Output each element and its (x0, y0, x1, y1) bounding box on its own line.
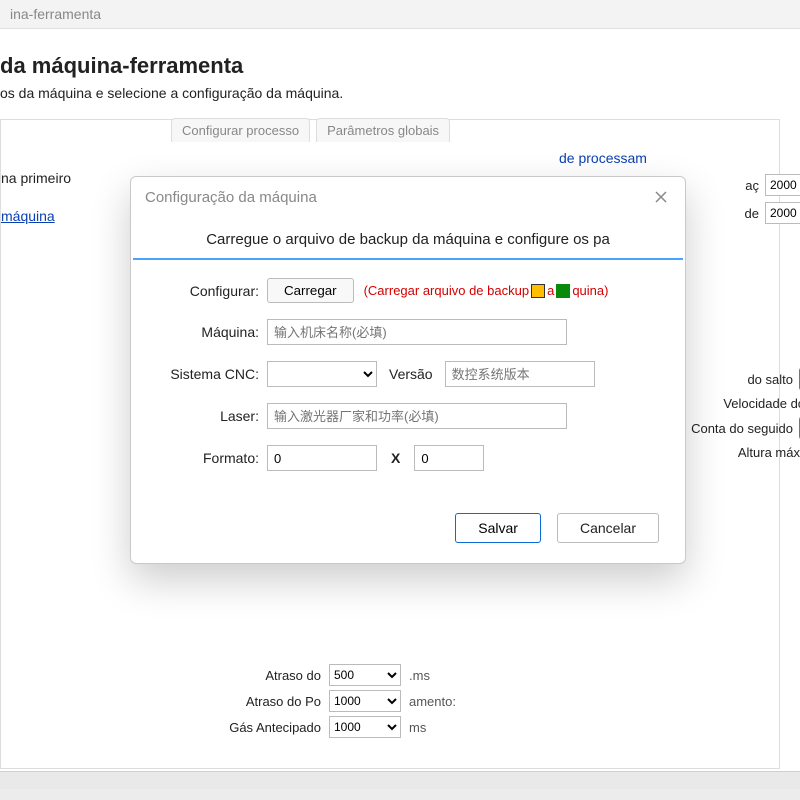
machine-link[interactable]: máquina (1, 208, 55, 224)
config-label: Configurar: (157, 283, 267, 299)
save-button[interactable]: Salvar (455, 513, 541, 543)
gas-unit: ms (409, 720, 426, 735)
format-label: Formato: (157, 450, 267, 466)
dialog-form: Configurar: Carregar (Carregar arquivo d… (131, 260, 685, 503)
version-label: Versão (389, 366, 433, 382)
dialog-title: Configuração da máquina (145, 189, 317, 206)
machine-input[interactable] (267, 319, 567, 345)
bottom-params: Atraso do 500 .ms Atraso do Po 1000 amen… (181, 664, 456, 742)
right-row1-select[interactable]: 2000 (765, 174, 800, 196)
delay2-select[interactable]: 1000 (329, 690, 401, 712)
cnc-label: Sistema CNC: (157, 366, 267, 382)
delay1-label: Atraso do (181, 668, 321, 683)
delay2-unit: amento: (409, 694, 456, 709)
delay1-unit: .ms (409, 668, 430, 683)
format-y-input[interactable] (414, 445, 484, 471)
load-hint: (Carregar arquivo de backup a quina) (364, 283, 609, 298)
tabs: Configurar processo Parâmetros globais (171, 118, 450, 142)
page-subtitle: os da máquina e selecione a configuração… (0, 85, 780, 101)
gas-select[interactable]: 1000 (329, 716, 401, 738)
version-input[interactable] (445, 361, 595, 387)
format-x-input[interactable] (267, 445, 377, 471)
machine-label: Máquina: (157, 324, 267, 340)
dialog-headline: Carregue o arquivo de backup da máquina … (133, 213, 683, 260)
gas-label: Gás Antecipado (181, 720, 321, 735)
right-row2-select[interactable]: 2000 (765, 202, 800, 224)
tab-global[interactable]: Parâmetros globais (316, 118, 450, 142)
machine-config-dialog: Configuração da máquina Carregue o arqui… (130, 176, 686, 564)
processing-section-title: de processam (559, 150, 800, 166)
breadcrumb: ina-ferramenta (0, 0, 800, 29)
cancel-button[interactable]: Cancelar (557, 513, 659, 543)
download-icon (556, 284, 570, 298)
load-button[interactable]: Carregar (267, 278, 354, 303)
footer-bar (0, 771, 800, 789)
format-separator: X (391, 450, 400, 466)
cnc-select[interactable] (267, 361, 377, 387)
laser-input[interactable] (267, 403, 567, 429)
laser-label: Laser: (157, 408, 267, 424)
tab-process[interactable]: Configurar processo (171, 118, 310, 142)
close-icon[interactable] (651, 187, 671, 207)
left-hint: na primeiro (1, 170, 121, 186)
delay1-select[interactable]: 500 (329, 664, 401, 686)
delay2-label: Atraso do Po (181, 694, 321, 709)
left-panel: na primeiro máquina (1, 170, 121, 224)
page-title: da máquina-ferramenta (0, 53, 780, 79)
backup-icon (531, 284, 545, 298)
